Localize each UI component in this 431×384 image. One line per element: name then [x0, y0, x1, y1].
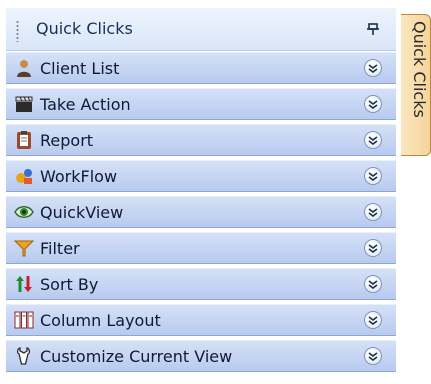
menu-item-label: Report [40, 131, 94, 150]
panel-header: Quick Clicks [6, 8, 396, 51]
eye-icon [14, 202, 34, 222]
chevron-down-icon[interactable] [364, 347, 382, 365]
menu-item-label: Column Layout [40, 311, 161, 330]
sort-arrows-icon [14, 274, 34, 294]
chevron-down-icon[interactable] [364, 167, 382, 185]
quick-clicks-side-tab[interactable]: Quick Clicks [401, 14, 431, 156]
columns-icon [14, 310, 34, 330]
menu-item-sort-by[interactable]: Sort By [6, 268, 396, 300]
menu-item-quickview[interactable]: QuickView [6, 196, 396, 228]
side-tab-label: Quick Clicks [410, 21, 429, 118]
menu-item-filter[interactable]: Filter [6, 232, 396, 264]
menu-item-label: Customize Current View [40, 347, 233, 366]
wrench-icon [14, 346, 34, 366]
quick-clicks-panel: Quick Clicks Client List Take Action Rep… [6, 8, 396, 384]
chevron-down-icon[interactable] [364, 311, 382, 329]
menu-item-workflow[interactable]: WorkFlow [6, 160, 396, 192]
clapperboard-icon [14, 94, 34, 114]
chevron-down-icon[interactable] [364, 239, 382, 257]
menu-item-label: WorkFlow [40, 167, 118, 186]
chevron-down-icon[interactable] [364, 131, 382, 149]
chevron-down-icon[interactable] [364, 275, 382, 293]
menu-item-label: Filter [40, 239, 80, 258]
clipboard-icon [14, 130, 34, 150]
grip-handle[interactable] [16, 20, 19, 42]
workflow-icon [14, 166, 34, 186]
menu-item-label: QuickView [40, 203, 124, 222]
menu-item-label: Sort By [40, 275, 99, 294]
panel-title: Quick Clicks [36, 19, 133, 38]
menu-item-take-action[interactable]: Take Action [6, 88, 396, 120]
menu-item-report[interactable]: Report [6, 124, 396, 156]
person-icon [14, 58, 34, 78]
menu-item-customize-current-view[interactable]: Customize Current View [6, 340, 396, 372]
funnel-icon [13, 238, 35, 258]
chevron-down-icon[interactable] [364, 203, 382, 221]
menu-item-label: Take Action [40, 95, 131, 114]
chevron-down-icon[interactable] [364, 95, 382, 113]
menu-item-label: Client List [40, 59, 120, 78]
menu-item-column-layout[interactable]: Column Layout [6, 304, 396, 336]
menu-item-client-list[interactable]: Client List [6, 52, 396, 84]
pin-icon[interactable] [363, 18, 383, 38]
chevron-down-icon[interactable] [364, 59, 382, 77]
